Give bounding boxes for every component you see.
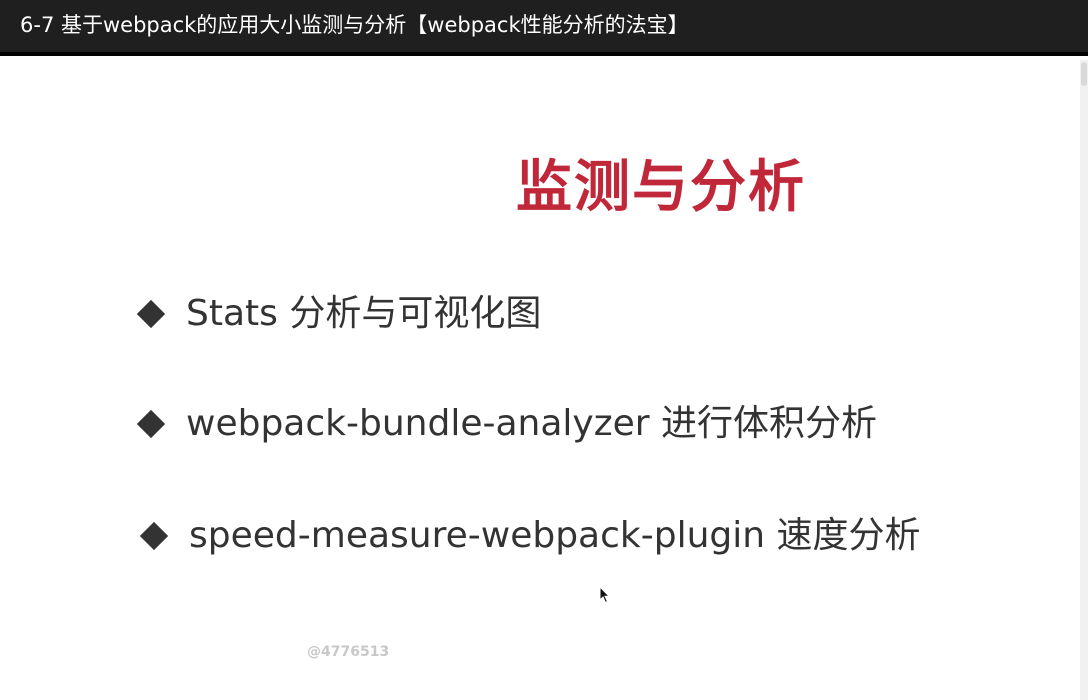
bullet-item-speed-measure: speed-measure-webpack-plugin 速度分析 [139, 512, 921, 560]
scrollbar-track[interactable] [1080, 60, 1088, 700]
diamond-bullet-icon [139, 521, 169, 551]
bullet-text: Stats 分析与可视化图 [186, 293, 542, 334]
scrollbar-thumb[interactable] [1081, 62, 1087, 86]
title-bar: 6-7 基于webpack的应用大小监测与分析【webpack性能分析的法宝】 [0, 0, 1088, 56]
bullet-item-stats: Stats 分析与可视化图 [136, 290, 541, 338]
slide-heading: 监测与分析 [516, 155, 806, 220]
mouse-cursor-icon [599, 586, 611, 604]
bullet-text: webpack-bundle-analyzer 进行体积分析 [186, 403, 877, 444]
bullet-item-bundle-analyzer: webpack-bundle-analyzer 进行体积分析 [136, 400, 877, 448]
video-title: 6-7 基于webpack的应用大小监测与分析【webpack性能分析的法宝】 [20, 13, 689, 37]
watermark: @4776513 [307, 644, 390, 660]
diamond-bullet-icon [136, 409, 166, 439]
slide-canvas [0, 56, 1088, 700]
bullet-text: speed-measure-webpack-plugin 速度分析 [189, 515, 921, 556]
diamond-bullet-icon [136, 299, 166, 329]
